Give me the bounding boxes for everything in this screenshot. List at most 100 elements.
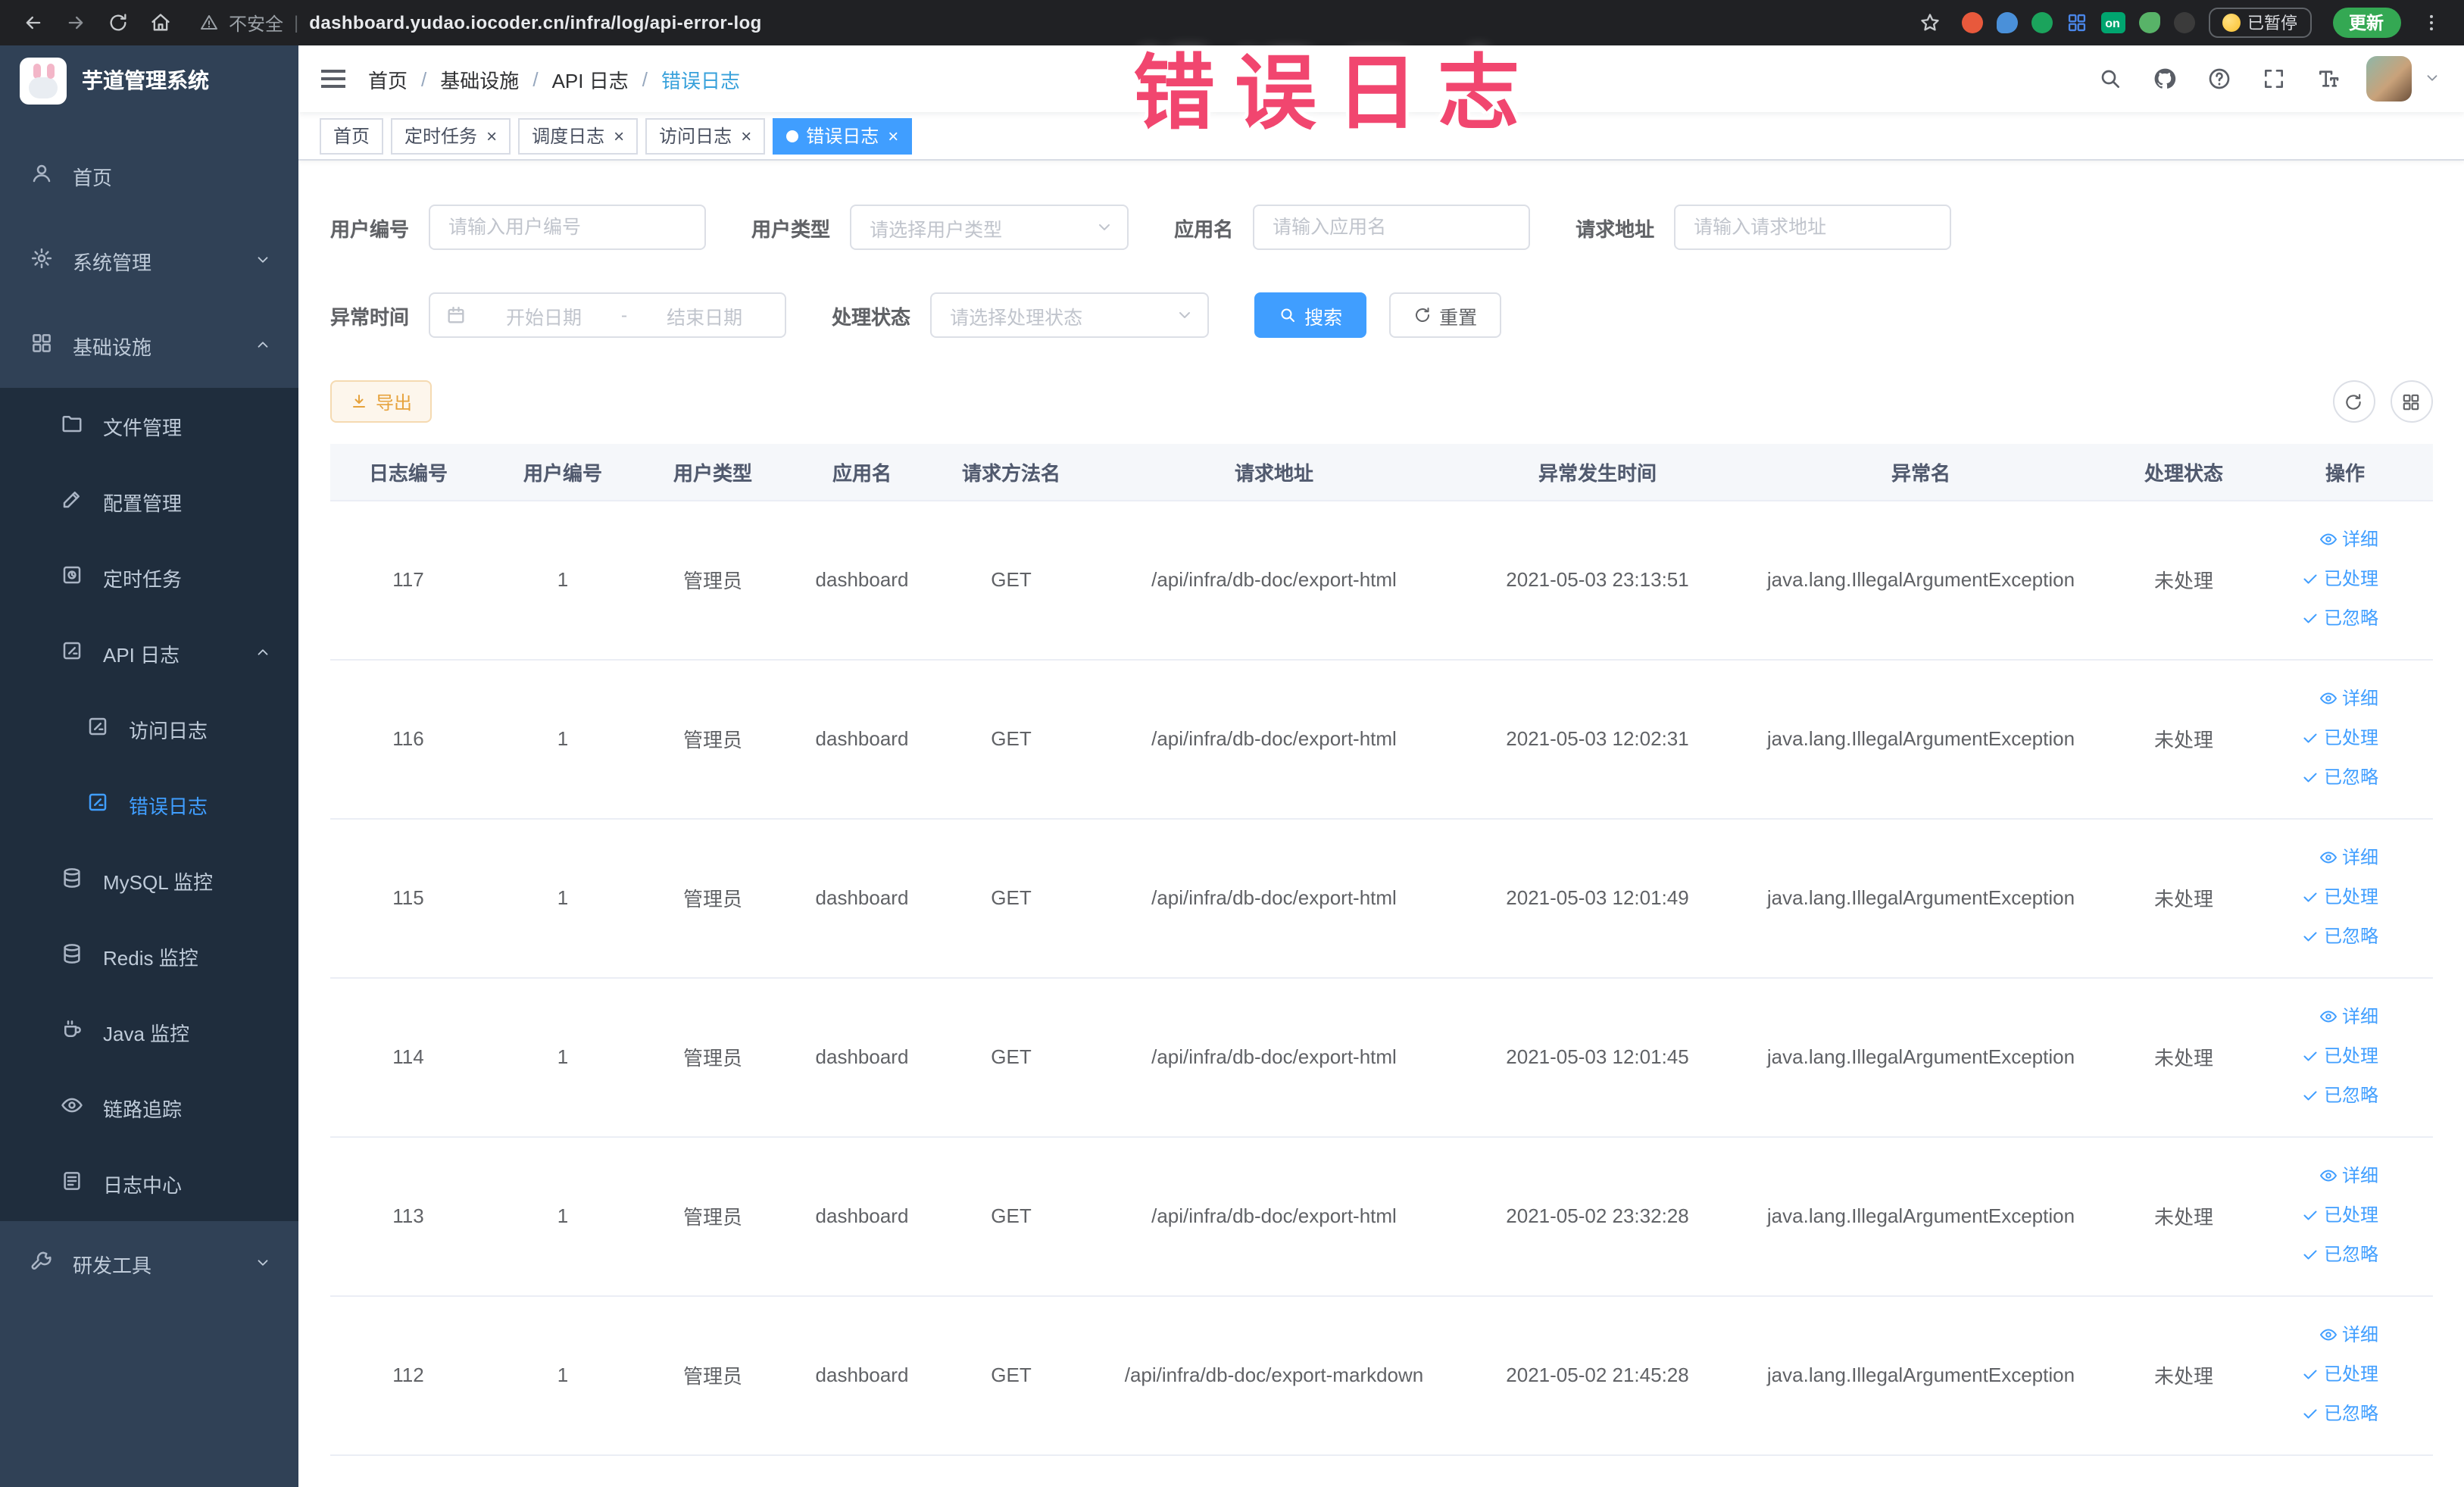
font-size-icon[interactable] xyxy=(2302,45,2353,112)
sidebar-item-trace[interactable]: 链路追踪 xyxy=(0,1070,298,1145)
app-header: 首页 / 基础设施 / API 日志 / 错误日志 xyxy=(298,45,2464,112)
date-range-picker[interactable]: 开始日期 - 结束日期 xyxy=(429,292,787,338)
process-status-select[interactable]: 请选择处理状态 xyxy=(930,292,1210,338)
search-button[interactable]: 搜索 xyxy=(1254,292,1367,338)
sidebar-item-error-log[interactable]: 错误日志 xyxy=(0,767,298,842)
url-text: dashboard.yudao.iocoder.cn/infra/log/api… xyxy=(309,12,762,33)
search-icon[interactable] xyxy=(2084,45,2135,112)
sidebar: 芋道管理系统 首页 系统管理 基础设施 文件管理 配置管理 定时任务 API 日… xyxy=(0,45,298,1487)
detail-link[interactable]: 详细 xyxy=(2319,1157,2378,1195)
browser-toolbar: 不安全 | dashboard.yudao.iocoder.cn/infra/l… xyxy=(0,0,2464,45)
end-date-placeholder: 结束日期 xyxy=(667,307,743,328)
extension-icon-green[interactable] xyxy=(2031,12,2052,33)
check-icon xyxy=(2301,720,2319,758)
breadcrumb-api-log[interactable]: API 日志 xyxy=(552,64,629,93)
user-type-select[interactable]: 请选择用户类型 xyxy=(850,205,1129,250)
help-icon[interactable] xyxy=(2193,45,2244,112)
extension-icon-drop[interactable] xyxy=(1996,12,2017,33)
mark-ignored-link[interactable]: 已忽略 xyxy=(2301,600,2378,638)
mark-ignored-link[interactable]: 已忽略 xyxy=(2301,1236,2378,1274)
cell-actions: 详细 已处理 已忽略 xyxy=(2257,1136,2433,1296)
detail-link[interactable]: 详细 xyxy=(2319,1317,2378,1354)
detail-link[interactable]: 详细 xyxy=(2319,521,2378,559)
sidebar-logo[interactable]: 芋道管理系统 xyxy=(0,45,298,115)
mark-ignored-link[interactable]: 已忽略 xyxy=(2301,918,2378,956)
refresh-table-button[interactable] xyxy=(2332,380,2375,423)
detail-link[interactable]: 详细 xyxy=(2319,680,2378,718)
app-name-input[interactable] xyxy=(1253,205,1531,250)
sidebar-item-system[interactable]: 系统管理 xyxy=(0,218,298,303)
breadcrumb-infra[interactable]: 基础设施 xyxy=(440,64,519,93)
detail-link[interactable]: 详细 xyxy=(2319,998,2378,1036)
col-user-type: 用户类型 xyxy=(639,444,786,501)
sidebar-item-home[interactable]: 首页 xyxy=(0,133,298,218)
mark-processed-link[interactable]: 已处理 xyxy=(2301,561,2378,598)
refresh-icon xyxy=(1413,305,1432,326)
eye-icon xyxy=(2319,1157,2338,1195)
avatar-caret-icon[interactable] xyxy=(2414,69,2449,88)
sidebar-item-file[interactable]: 文件管理 xyxy=(0,388,298,464)
tab-access-log[interactable]: 访问日志 × xyxy=(645,117,766,154)
col-app-name: 应用名 xyxy=(786,444,938,501)
cell-exception-time: 2021-05-03 12:01:49 xyxy=(1463,818,1732,978)
tab-error-log[interactable]: 错误日志 × xyxy=(773,117,913,154)
back-icon[interactable] xyxy=(15,5,52,41)
close-icon[interactable]: × xyxy=(614,127,624,145)
mark-ignored-link[interactable]: 已忽略 xyxy=(2301,1077,2378,1115)
mark-processed-link[interactable]: 已处理 xyxy=(2301,879,2378,917)
column-settings-button[interactable] xyxy=(2390,380,2432,423)
tab-home[interactable]: 首页 xyxy=(320,117,384,154)
extension-icon-dark[interactable] xyxy=(2173,12,2194,33)
request-url-input[interactable] xyxy=(1674,205,1952,250)
sidebar-item-job[interactable]: 定时任务 xyxy=(0,539,298,615)
home-icon[interactable] xyxy=(142,5,179,41)
extension-paused-chip[interactable]: 已暂停 xyxy=(2208,8,2311,38)
tab-job-log[interactable]: 调度日志 × xyxy=(518,117,639,154)
sidebar-item-java[interactable]: Java 监控 xyxy=(0,994,298,1070)
table-toolbar: 导出 xyxy=(330,380,2432,423)
mark-ignored-link[interactable]: 已忽略 xyxy=(2301,1395,2378,1433)
extension-icon-orange[interactable] xyxy=(1961,12,1982,33)
github-icon[interactable] xyxy=(2138,45,2190,112)
chevron-down-icon xyxy=(255,1254,271,1273)
sidebar-item-infra[interactable]: 基础设施 xyxy=(0,303,298,388)
sidebar-item-mysql[interactable]: MySQL 监控 xyxy=(0,842,298,918)
sidebar-item-log-center[interactable]: 日志中心 xyxy=(0,1145,298,1221)
sidebar-item-access-log[interactable]: 访问日志 xyxy=(0,691,298,767)
chrome-menu-icon[interactable] xyxy=(2412,5,2449,41)
sidebar-item-api-log[interactable]: API 日志 xyxy=(0,615,298,691)
user-id-input[interactable] xyxy=(429,205,707,250)
cell-request-url: /api/infra/db-doc/export-html xyxy=(1085,1136,1463,1296)
sidebar-item-redis[interactable]: Redis 监控 xyxy=(0,918,298,994)
mark-processed-link[interactable]: 已处理 xyxy=(2301,720,2378,758)
forward-icon[interactable] xyxy=(58,5,94,41)
sidebar-item-devtools[interactable]: 研发工具 xyxy=(0,1221,298,1306)
detail-link[interactable]: 详细 xyxy=(2319,839,2378,877)
export-button[interactable]: 导出 xyxy=(330,380,433,423)
address-bar[interactable]: 不安全 | dashboard.yudao.iocoder.cn/infra/l… xyxy=(200,10,762,36)
mark-ignored-link[interactable]: 已忽略 xyxy=(2301,759,2378,797)
mark-processed-link[interactable]: 已处理 xyxy=(2301,1038,2378,1076)
extension-icon-on-badge[interactable]: on xyxy=(2100,12,2125,33)
bookmark-star-icon[interactable] xyxy=(1911,5,1947,41)
fullscreen-icon[interactable] xyxy=(2247,45,2299,112)
reset-button[interactable]: 重置 xyxy=(1389,292,1502,338)
extension-icon-leaf[interactable] xyxy=(2138,12,2160,33)
extension-icon-grid[interactable] xyxy=(2066,11,2087,35)
mark-processed-link[interactable]: 已处理 xyxy=(2301,1356,2378,1394)
tab-job[interactable]: 定时任务 × xyxy=(391,117,511,154)
avatar[interactable] xyxy=(2366,56,2411,102)
breadcrumb-home[interactable]: 首页 xyxy=(368,64,408,93)
reload-icon[interactable] xyxy=(100,5,136,41)
breadcrumb-error-log: 错误日志 xyxy=(661,69,740,92)
cell-log-id: 117 xyxy=(330,500,486,660)
cell-log-id: 112 xyxy=(330,1295,486,1455)
check-icon xyxy=(2301,1038,2319,1076)
sidebar-item-config[interactable]: 配置管理 xyxy=(0,464,298,539)
mark-processed-link[interactable]: 已处理 xyxy=(2301,1197,2378,1235)
close-icon[interactable]: × xyxy=(486,127,497,145)
close-icon[interactable]: × xyxy=(888,127,898,145)
chrome-update-button[interactable]: 更新 xyxy=(2332,8,2400,38)
hamburger-icon[interactable] xyxy=(298,45,368,112)
close-icon[interactable]: × xyxy=(741,127,751,145)
